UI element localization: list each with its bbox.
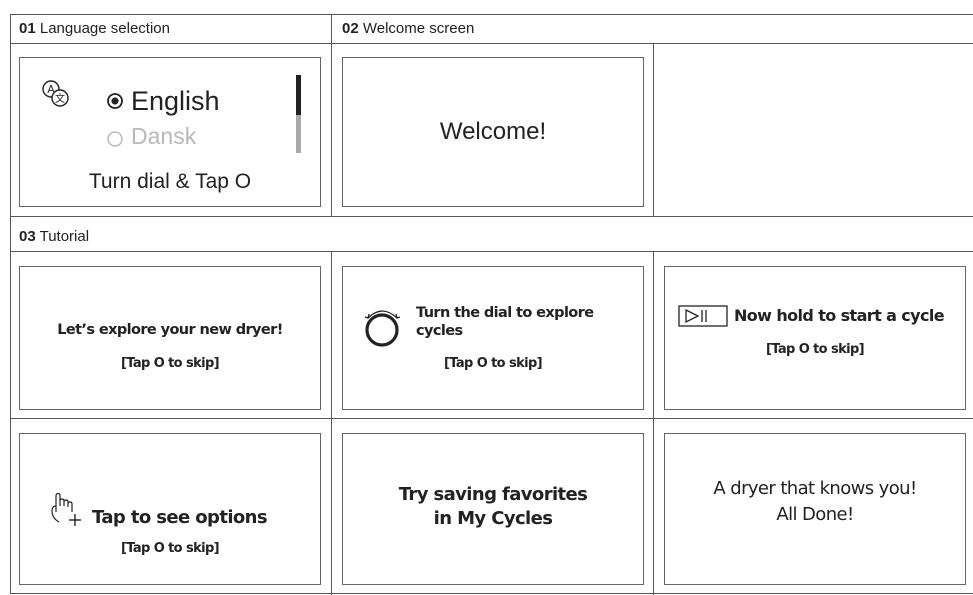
- skip-hint: [Tap O to skip]: [443, 356, 543, 371]
- section-number: 01: [19, 20, 36, 37]
- grid-divider: [11, 216, 973, 217]
- section-title: Welcome screen: [362, 20, 475, 37]
- grid-divider: [653, 43, 654, 216]
- skip-hint: [Tap O to skip]: [765, 342, 865, 357]
- welcome-screen: Welcome!: [342, 57, 644, 207]
- section-label-welcome: 02 Welcome screen: [342, 20, 474, 38]
- tutorial-text-line2: in My Cycles: [433, 508, 553, 529]
- tutorial-text-line2: cycles: [416, 323, 463, 339]
- grid-divider: [11, 418, 973, 419]
- section-number: 03: [19, 228, 36, 245]
- language-option-selected: English: [131, 86, 220, 116]
- radio-unselected-icon: [106, 130, 124, 148]
- tutorial-screen-start: Now hold to start a cycle [Tap O to skip…: [664, 266, 966, 410]
- screen-reference-sheet: 01 Language selection 02 Welcome screen …: [10, 14, 973, 595]
- tutorial-text: Tap to see options: [92, 507, 268, 528]
- section-title: Tutorial: [39, 228, 90, 245]
- section-number: 02: [342, 20, 359, 37]
- skip-hint: [Tap O to skip]: [120, 541, 220, 556]
- section-title: Language selection: [39, 20, 170, 37]
- tutorial-text: Turn the dial to explore: [416, 305, 594, 321]
- section-label-language: 01 Language selection: [19, 20, 170, 38]
- tutorial-text: Now hold to start a cycle: [734, 306, 945, 325]
- tap-hand-icon: [47, 492, 83, 528]
- tutorial-text-line2: All Done!: [776, 504, 854, 525]
- tutorial-screen-dial: Turn the dial to explore cycles [Tap O t…: [342, 266, 644, 410]
- tutorial-text: Try saving favorites: [398, 484, 588, 505]
- welcome-text: Welcome!: [439, 118, 547, 145]
- play-pause-icon: [678, 305, 728, 327]
- language-icon: A 文: [41, 79, 71, 109]
- section-label-tutorial: 03 Tutorial: [19, 228, 89, 246]
- tutorial-screen-favorites: Try saving favorites in My Cycles: [342, 433, 644, 585]
- language-selection-screen: A 文 English Dansk Turn dial & Tap O: [19, 57, 321, 207]
- tutorial-text: A dryer that knows you!: [713, 478, 917, 499]
- skip-hint: [Tap O to skip]: [120, 356, 220, 371]
- tutorial-screen-done: A dryer that knows you! All Done!: [664, 433, 966, 585]
- tutorial-screen-options: Tap to see options [Tap O to skip]: [19, 433, 321, 585]
- grid-divider: [331, 251, 332, 595]
- language-instruction: Turn dial & Tap O: [88, 170, 252, 193]
- grid-divider: [653, 251, 654, 595]
- dial-rotate-icon: [363, 305, 403, 349]
- grid-divider: [331, 15, 332, 216]
- scrollbar-thumb: [296, 75, 301, 115]
- tutorial-text: Let’s explore your new dryer!: [57, 322, 283, 338]
- grid-divider: [11, 251, 973, 252]
- tutorial-screen-explore: Let’s explore your new dryer! [Tap O to …: [19, 266, 321, 410]
- radio-selected-icon: [106, 92, 124, 110]
- grid-divider: [11, 43, 973, 44]
- language-option-other: Dansk: [131, 123, 197, 149]
- svg-text:文: 文: [55, 92, 65, 105]
